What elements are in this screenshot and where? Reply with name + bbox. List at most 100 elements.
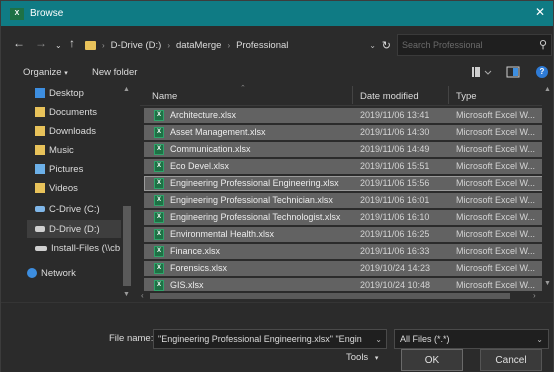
sidebar-item-d-drive[interactable]: D-Drive (D:): [27, 220, 131, 238]
file-type-cell: Microsoft Excel W...: [456, 127, 536, 137]
file-row[interactable]: X Eco Devel.xlsx 2019/11/06 15:51 Microsoft…: [144, 159, 553, 174]
file-date-cell: 2019/11/06 16:33: [360, 246, 430, 256]
file-list-scrollbar[interactable]: ▲ ▼: [542, 84, 553, 302]
window-title: Browse: [30, 8, 64, 19]
breadcrumb-separator-icon: ›: [102, 40, 105, 50]
tools-dropdown-icon: ▾: [374, 355, 379, 362]
sidebar-item-desktop[interactable]: Desktop: [35, 84, 84, 102]
forward-arrow-icon[interactable]: →: [35, 36, 47, 50]
address-dropdown-icon[interactable]: ⌄: [369, 41, 376, 50]
file-row[interactable]: X Finance.xlsx 2019/11/06 16:33 Microsoft E…: [144, 244, 553, 259]
scroll-right-icon[interactable]: ›: [533, 291, 536, 300]
sidebar-item-pictures[interactable]: Pictures: [35, 160, 83, 178]
search-input[interactable]: [402, 40, 530, 50]
column-divider[interactable]: [352, 86, 353, 104]
documents-folder-icon: [35, 107, 45, 117]
sidebar-item-label: Network: [41, 267, 76, 279]
new-folder-button[interactable]: New folder: [92, 67, 137, 78]
file-name-cell: Engineering Professional Engineering.xls…: [170, 178, 339, 188]
file-row[interactable]: X Engineering Professional Technician.xls…: [144, 193, 553, 208]
file-row[interactable]: X Architecture.xlsx 2019/11/06 13:41 Micros…: [144, 108, 553, 123]
file-row[interactable]: X Forensics.xlsx 2019/10/24 14:23 Microsoft…: [144, 261, 553, 276]
up-arrow-icon[interactable]: ↑: [69, 36, 75, 50]
organize-button[interactable]: Organize ▾: [23, 67, 68, 78]
scroll-up-icon[interactable]: ▲: [544, 86, 551, 93]
back-arrow-icon[interactable]: ←: [13, 36, 25, 50]
excel-file-icon: X: [154, 229, 164, 240]
address-bar[interactable]: › D-Drive (D:) › dataMerge › Professiona…: [85, 34, 393, 56]
drive-icon: [35, 226, 45, 232]
sidebar-item-music[interactable]: Music: [35, 141, 74, 159]
desktop-folder-icon: [35, 88, 45, 98]
ok-button[interactable]: OK: [401, 349, 463, 371]
preview-pane-icon[interactable]: [506, 66, 520, 81]
scroll-left-icon[interactable]: ‹: [141, 291, 144, 300]
file-row[interactable]: X Communication.xlsx 2019/11/06 14:49 Micro…: [144, 142, 553, 157]
sidebar-item-label: Pictures: [49, 163, 84, 175]
drive-icon: [35, 206, 45, 212]
excel-icon: X: [10, 7, 24, 20]
column-divider[interactable]: [448, 86, 449, 104]
column-header-date[interactable]: Date modified: [360, 91, 419, 102]
file-date-cell: 2019/11/06 16:01: [360, 195, 430, 205]
file-date-cell: 2019/11/06 13:41: [360, 110, 430, 120]
file-row[interactable]: X Engineering Professional Engineering.xl…: [144, 176, 553, 191]
breadcrumb-separator-icon: ›: [167, 40, 171, 50]
search-box[interactable]: ⚲: [397, 34, 552, 56]
file-date-cell: 2019/11/06 16:25: [360, 229, 430, 239]
breadcrumb-item[interactable]: D-Drive (D:): [111, 40, 162, 51]
excel-file-icon: X: [154, 195, 164, 206]
breadcrumb-item[interactable]: Professional: [236, 40, 288, 51]
videos-folder-icon: [35, 183, 45, 193]
column-header-type[interactable]: Type: [456, 91, 477, 102]
close-icon[interactable]: ✕: [535, 5, 545, 19]
sidebar-item-network[interactable]: Network: [27, 264, 76, 282]
file-type-filter[interactable]: All Files (*.*) ⌄: [394, 329, 549, 349]
scroll-up-icon[interactable]: ▲: [123, 86, 130, 93]
search-icon[interactable]: ⚲: [539, 38, 547, 51]
sidebar-scrollbar[interactable]: ▲ ▼: [121, 84, 133, 302]
view-options-icon[interactable]: [472, 66, 494, 81]
file-date-cell: 2019/10/24 14:23: [360, 263, 431, 273]
file-name-cell: Finance.xlsx: [170, 246, 221, 256]
column-header-name[interactable]: Name: [152, 91, 177, 102]
scrollbar-thumb[interactable]: [123, 206, 131, 286]
file-row[interactable]: X Environmental Health.xlsx 2019/11/06 16:…: [144, 227, 553, 242]
excel-file-icon: X: [154, 144, 164, 155]
sidebar-item-label: Videos: [49, 182, 78, 194]
tools-button[interactable]: Tools ▾: [346, 352, 378, 363]
navigation-bar: ← → ⌄ ↑ › D-Drive (D:) › dataMerge › Pro…: [1, 26, 553, 62]
scrollbar-thumb[interactable]: [150, 293, 510, 299]
file-type-cell: Microsoft Excel W...: [456, 263, 536, 273]
sidebar-item-install-files[interactable]: Install-Files (\\cb: [35, 239, 120, 257]
file-type-cell: Microsoft Excel W...: [456, 280, 536, 290]
excel-file-icon: X: [154, 178, 164, 189]
cancel-button[interactable]: Cancel: [480, 349, 542, 371]
excel-file-icon: X: [154, 212, 164, 223]
file-name-input[interactable]: [158, 334, 370, 344]
sidebar-item-c-drive[interactable]: C-Drive (C:): [35, 200, 100, 218]
folder-icon: [85, 40, 96, 50]
pictures-folder-icon: [35, 164, 45, 174]
file-row[interactable]: X Engineering Professional Technologist.x…: [144, 210, 553, 225]
file-row[interactable]: X Asset Management.xlsx 2019/11/06 14:30 Mi…: [144, 125, 553, 140]
sidebar-item-label: Music: [49, 144, 74, 156]
scroll-down-icon[interactable]: ▼: [123, 291, 130, 298]
organize-dropdown-icon: ▾: [64, 70, 68, 77]
file-name-dropdown-icon[interactable]: ⌄: [375, 335, 382, 344]
file-name-cell: Engineering Professional Technologist.xl…: [170, 212, 341, 222]
breadcrumb-separator-icon: ›: [227, 40, 231, 50]
sidebar-item-downloads[interactable]: Downloads: [35, 122, 96, 140]
recent-locations-chevron-icon[interactable]: ⌄: [55, 39, 62, 53]
sidebar-item-videos[interactable]: Videos: [35, 179, 78, 197]
sidebar-item-documents[interactable]: Documents: [35, 103, 97, 121]
file-name-field[interactable]: ⌄: [153, 329, 387, 349]
file-name-cell: Architecture.xlsx: [170, 110, 237, 120]
file-name-cell: Communication.xlsx: [170, 144, 251, 154]
scroll-down-icon[interactable]: ▼: [544, 280, 551, 287]
file-date-cell: 2019/11/06 14:30: [360, 127, 430, 137]
breadcrumb-item[interactable]: dataMerge: [176, 40, 221, 51]
refresh-icon[interactable]: ↻: [382, 39, 391, 52]
help-icon[interactable]: ?: [536, 66, 548, 78]
file-list-horizontal-scrollbar[interactable]: ‹ ›: [140, 291, 542, 302]
